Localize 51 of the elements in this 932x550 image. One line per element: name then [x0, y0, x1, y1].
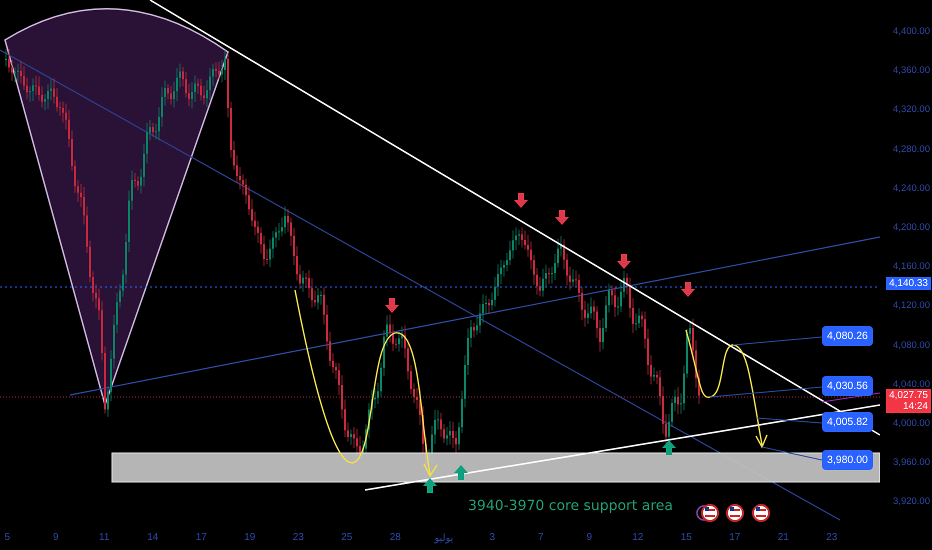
price-label: 4,005.82: [822, 412, 873, 432]
time-tick: 9: [52, 532, 60, 543]
price-label: 3,980.00: [822, 450, 873, 470]
price-tick: 4,040.00: [893, 378, 930, 390]
time-tick: 12: [631, 532, 644, 543]
time-tick: 14: [146, 532, 160, 543]
price-tick: 4,000.00: [893, 418, 930, 429]
price-tick: 4,280.00: [893, 144, 930, 155]
current-price-badge: 4,027.75 14:24: [886, 389, 931, 413]
flag-icon: [752, 504, 770, 522]
price-tick: 3,920.00: [893, 496, 930, 508]
price-label: 4,080.26: [822, 326, 873, 346]
price-tick: 4,080.00: [893, 340, 930, 351]
price-label: 4,030.56: [822, 376, 873, 396]
time-tick: 17: [194, 532, 208, 543]
flag-icon: [701, 504, 719, 522]
leader-line: [762, 446, 822, 460]
time-tick: 9: [585, 532, 594, 543]
time-tick: 5: [3, 532, 12, 543]
price-tick: 3,960.00: [893, 457, 930, 468]
time-tick: 19: [243, 532, 256, 543]
price-tick: 4,320.00: [893, 104, 930, 116]
leader-line: [756, 418, 822, 424]
time-tick: 21: [776, 532, 790, 543]
support-note: 3940-3970 core support area: [468, 498, 673, 514]
down-arrow-icon: [617, 254, 631, 269]
price-tick: 4,360.00: [893, 65, 930, 76]
price-tick: 4,120.00: [893, 300, 930, 312]
down-arrow-icon: [385, 298, 399, 313]
up-arrow-icon: [454, 465, 468, 480]
time-tick: 23: [292, 532, 305, 543]
crosshair-price-badge: 4,140.33: [886, 277, 931, 290]
down-arrow-icon: [514, 193, 528, 208]
time-tick: 3: [488, 532, 496, 543]
down-arrow-icon: [681, 282, 695, 297]
time-tick: 28: [388, 532, 402, 543]
flag-icon: [726, 504, 744, 522]
time-tick: 23: [825, 532, 838, 543]
price-tick: 4,160.00: [893, 261, 930, 272]
time-tick: يوليو: [433, 532, 454, 544]
up-arrow-icon: [423, 478, 437, 493]
up-arrow-icon: [662, 440, 676, 455]
time-tick: 25: [340, 532, 354, 543]
time-tick: 17: [728, 532, 742, 543]
time-tick: 15: [680, 532, 693, 543]
down-arrow-icon: [555, 210, 569, 225]
time-tick: 11: [98, 532, 110, 543]
price-tick: 4,200.00: [893, 222, 930, 234]
price-tick: 4,400.00: [893, 26, 930, 38]
time-tick: 7: [536, 532, 545, 543]
price-tick: 4,240.00: [893, 182, 930, 194]
